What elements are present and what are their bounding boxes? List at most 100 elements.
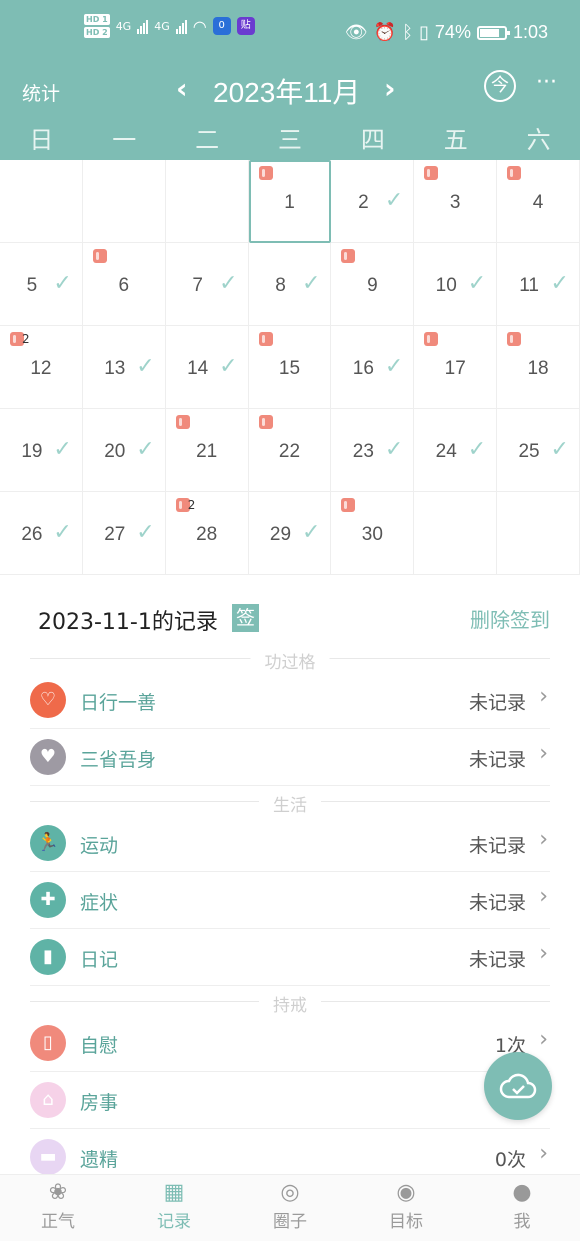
calendar-day-cell[interactable]: 11 ✓ [497, 243, 580, 326]
nav-zhengqi[interactable]: ❀ 正气 [0, 1175, 116, 1241]
checkmark-icon: ✓ [136, 520, 155, 545]
section-merit-label: 功过格 [250, 648, 330, 673]
calendar-day-cell[interactable]: 5 ✓ [0, 243, 83, 326]
chevron-right-icon: › [539, 1027, 548, 1052]
today-button[interactable]: 今 [484, 70, 516, 102]
app-screen: HD 1 HD 2 4G 4G ◠ 0 贴 👁 ⏰ ᛒ ▯ 74% 1:03 统计… [0, 0, 580, 1241]
calendar-empty-cell [497, 492, 580, 575]
calendar-day-cell[interactable]: 16 ✓ [331, 326, 415, 409]
calendar-day-cell[interactable]: 20 ✓ [82, 409, 166, 492]
item-diary[interactable]: ▮ 日记 未记录 › [30, 929, 550, 986]
weekday-sun: 日 [29, 126, 54, 154]
item-emission-value: 0次 [494, 1149, 526, 1171]
item-reflect[interactable]: ♥ 三省吾身 未记录 › [30, 729, 550, 786]
calendar-day-cell[interactable]: 8 ✓ [248, 243, 332, 326]
calendar-grid: 1 2 ✓ 3 4 5 ✓ 6 7 ✓ 8 ✓ 9 10 ✓ 11 ✓ 2 12 13 ✓ 14 ✓ 15 16 ✓ 17 18 19 ✓… [0, 160, 580, 576]
item-sex[interactable]: ⌂ 房事 [30, 1072, 550, 1129]
item-exercise-label: 运动 [80, 835, 119, 857]
section-precepts: 持戒 [30, 991, 550, 1016]
checkmark-icon: ✓ [301, 520, 321, 545]
app-header: 统计 ‹ 2023年11月 › 今 ··· [0, 66, 580, 118]
calendar-empty-cell [414, 492, 498, 575]
calendar-day-cell[interactable]: 4 [497, 160, 580, 243]
day-number: 21 [196, 441, 218, 462]
section-life: 生活 [30, 791, 550, 816]
item-symptom[interactable]: ✚ 症状 未记录 › [30, 872, 550, 929]
bottom-nav: ❀ 正气 ▦ 记录 ◎ 圈子 ◉ 目标 ● 我 [0, 1174, 580, 1241]
calendar-day-cell[interactable]: 29 ✓ [248, 492, 332, 575]
checkmark-icon: ✓ [301, 271, 321, 296]
tissue-roll-icon: ▯ [30, 1025, 66, 1061]
chevron-right-icon: › [539, 827, 548, 852]
weekday-sat: 六 [526, 126, 551, 154]
tissue-roll-icon [507, 166, 522, 180]
weekday-mon: 一 [112, 126, 137, 154]
tissue-roll-icon [258, 415, 273, 429]
calendar-day-cell[interactable]: 25 ✓ [497, 409, 580, 492]
item-good-deed[interactable]: ♡ 日行一善 未记录 › [30, 672, 550, 729]
cloud-sync-button[interactable] [484, 1052, 552, 1120]
record-header: 2023-11-1的记录 签 删除签到 [0, 578, 580, 650]
heart-icon: ♡ [30, 682, 66, 718]
vibrate-icon: ▯ [419, 22, 429, 42]
tissue-roll-icon [507, 332, 522, 346]
checkmark-icon: ✓ [219, 354, 238, 379]
status-left: HD 1 HD 2 4G 4G ◠ 0 贴 [84, 14, 255, 38]
eye-icon: 👁 [344, 22, 368, 42]
checkmark-icon: ✓ [384, 188, 404, 213]
user-icon: ● [512, 1180, 532, 1205]
item-reflect-value: 未记录 [468, 749, 526, 771]
calendar-day-cell[interactable]: 2 ✓ [331, 160, 415, 243]
calendar-day-cell[interactable]: 3 [414, 160, 498, 243]
nav-circle[interactable]: ◎ 圈子 [232, 1175, 348, 1241]
calendar-day-cell[interactable]: 30 [331, 492, 415, 575]
calendar-day-cell[interactable]: 14 ✓ [165, 326, 249, 409]
more-menu-button[interactable]: ··· [536, 70, 557, 95]
calendar-day-cell[interactable]: 21 [165, 409, 249, 492]
roll-count: 2 [187, 498, 196, 512]
checkmark-icon: ✓ [550, 437, 569, 462]
stats-button[interactable]: 统计 [22, 79, 60, 106]
bed-icon: ▬ [30, 1139, 66, 1175]
day-number: 18 [527, 358, 549, 379]
prev-month-button[interactable]: ‹ [176, 72, 188, 105]
checkmark-icon: ✓ [53, 271, 72, 296]
tissue-roll-icon [424, 166, 439, 180]
item-masturbation[interactable]: ▯ 自慰 1次 › [30, 1015, 550, 1072]
item-symptom-label: 症状 [80, 892, 119, 914]
chevron-right-icon: › [539, 884, 548, 909]
checkmark-icon: ✓ [384, 354, 404, 379]
section-merit: 功过格 [30, 648, 550, 673]
roll-count: 2 [22, 332, 30, 346]
target-icon: ◉ [396, 1180, 416, 1205]
nav-circle-label: 圈子 [273, 1212, 307, 1232]
battery-percent: 74% [434, 22, 471, 42]
weekday-thu: 四 [360, 126, 385, 154]
day-number: 4 [532, 192, 544, 213]
calendar-day-cell[interactable]: 27 ✓ [82, 492, 166, 575]
section-life-label: 生活 [259, 791, 321, 816]
battery-icon [476, 25, 510, 40]
nav-me[interactable]: ● 我 [464, 1175, 580, 1241]
tissue-roll-icon [92, 249, 107, 263]
calendar-day-cell[interactable]: 17 [414, 326, 498, 409]
calendar-day-cell[interactable]: 18 [497, 326, 580, 409]
status-bar: HD 1 HD 2 4G 4G ◠ 0 贴 👁 ⏰ ᛒ ▯ 74% 1:03 [0, 0, 580, 66]
book-icon: ▮ [30, 939, 66, 975]
nav-goal-label: 目标 [389, 1212, 423, 1232]
chevron-right-icon: › [539, 741, 548, 766]
wifi-icon: ◠ [192, 16, 207, 36]
delete-sign-in-button[interactable]: 删除签到 [470, 604, 550, 633]
medkit-icon: ✚ [30, 882, 66, 918]
next-month-button[interactable]: › [384, 72, 396, 105]
item-exercise[interactable]: 🏃 运动 未记录 › [30, 815, 550, 872]
nav-record[interactable]: ▦ 记录 [116, 1175, 232, 1241]
day-number: 30 [361, 524, 383, 545]
nav-goal[interactable]: ◉ 目标 [348, 1175, 464, 1241]
tissue-roll-icon [258, 332, 273, 346]
weekday-header: 日 一 二 三 四 五 六 [0, 118, 580, 160]
sign-in-badge: 签 [232, 604, 259, 632]
chevron-right-icon: › [539, 1141, 548, 1166]
broken-heart-icon: ♥ [30, 739, 66, 775]
house-icon: ⌂ [30, 1082, 66, 1118]
